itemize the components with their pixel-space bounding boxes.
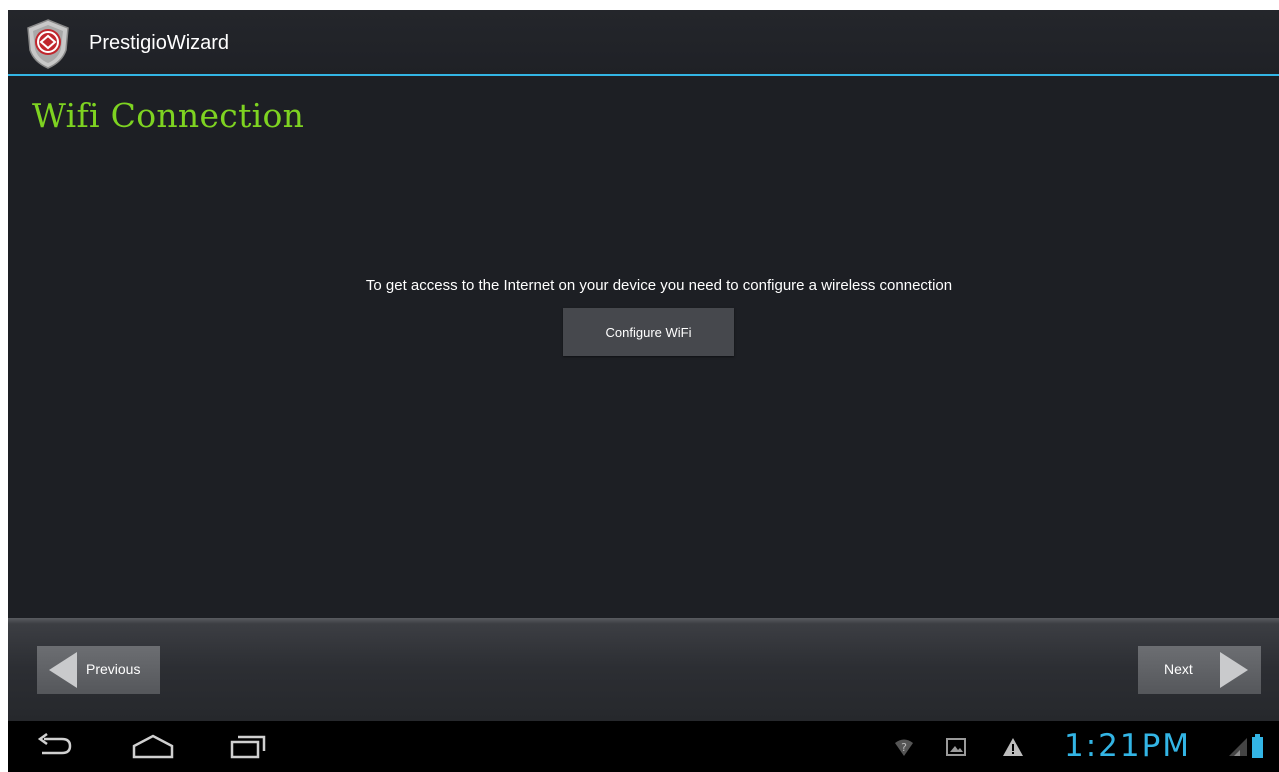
app-title: PrestigioWizard <box>89 32 230 54</box>
recents-icon[interactable] <box>228 733 268 759</box>
home-icon[interactable] <box>130 733 176 759</box>
next-label: Next <box>1164 661 1193 677</box>
page-title: Wifi Connection <box>32 96 305 135</box>
left-arrow-icon <box>49 652 77 688</box>
svg-text:?: ? <box>901 741 907 754</box>
previous-label: Previous <box>86 661 141 677</box>
wifi-question-icon: ? <box>895 739 913 756</box>
clock: 1:21PM <box>1064 728 1192 764</box>
warning-icon <box>1003 738 1023 756</box>
right-arrow-icon <box>1220 652 1248 688</box>
prestigio-shield-icon[interactable] <box>24 18 72 70</box>
signal-icon <box>1229 738 1247 756</box>
next-button[interactable]: Next <box>1138 646 1261 694</box>
system-bar: ? 1:21PM <box>8 721 1279 772</box>
battery-icon <box>1252 734 1263 758</box>
previous-button[interactable]: Previous <box>37 646 160 694</box>
back-icon[interactable] <box>34 733 74 759</box>
configure-wifi-button[interactable]: Configure WiFi <box>563 308 734 356</box>
action-bar: PrestigioWizard <box>8 10 1279 76</box>
gallery-icon <box>946 738 966 756</box>
screen: PrestigioWizard Wifi Connection To get a… <box>8 10 1279 772</box>
wifi-description: To get access to the Internet on your de… <box>365 277 953 294</box>
wizard-nav-bar: Previous Next <box>8 618 1279 721</box>
